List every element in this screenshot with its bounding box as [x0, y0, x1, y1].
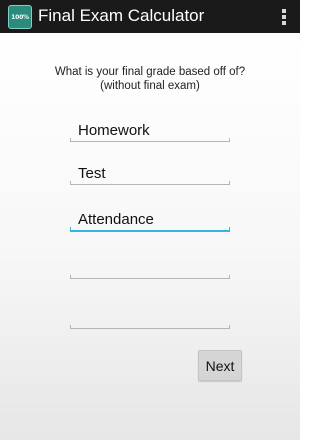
grade-component-field-1[interactable]: [70, 119, 230, 142]
field-underline: [70, 325, 230, 329]
field-underline: [70, 138, 230, 142]
grade-component-input-1[interactable]: [70, 119, 230, 141]
grade-component-input-3[interactable]: [70, 208, 230, 230]
question-line-2: (without final exam): [100, 80, 200, 92]
app-title: Final Exam Calculator: [38, 6, 205, 25]
grade-component-input-5[interactable]: [70, 306, 230, 328]
more-vert-icon[interactable]: [282, 9, 286, 25]
grade-component-input-2[interactable]: [70, 162, 230, 184]
app-icon-label: 100%: [11, 13, 29, 21]
grade-component-field-2[interactable]: [70, 162, 230, 185]
question-line-1: What is your final grade based off of?: [54, 66, 246, 78]
field-underline: [70, 181, 230, 185]
main-content: What is your final grade based off of? (…: [0, 33, 300, 440]
grade-component-input-4[interactable]: [70, 256, 230, 278]
app-icon[interactable]: 100%: [8, 5, 32, 29]
grade-component-field-4[interactable]: [70, 256, 230, 279]
grade-component-field-3[interactable]: [70, 208, 230, 232]
action-bar: 100% Final Exam Calculator: [0, 0, 300, 33]
field-underline: [70, 275, 230, 279]
field-underline-focused: [70, 227, 230, 232]
question-text: What is your final grade based off of? (…: [0, 65, 300, 93]
next-button[interactable]: Next: [198, 350, 242, 381]
grade-component-field-5[interactable]: [70, 306, 230, 329]
